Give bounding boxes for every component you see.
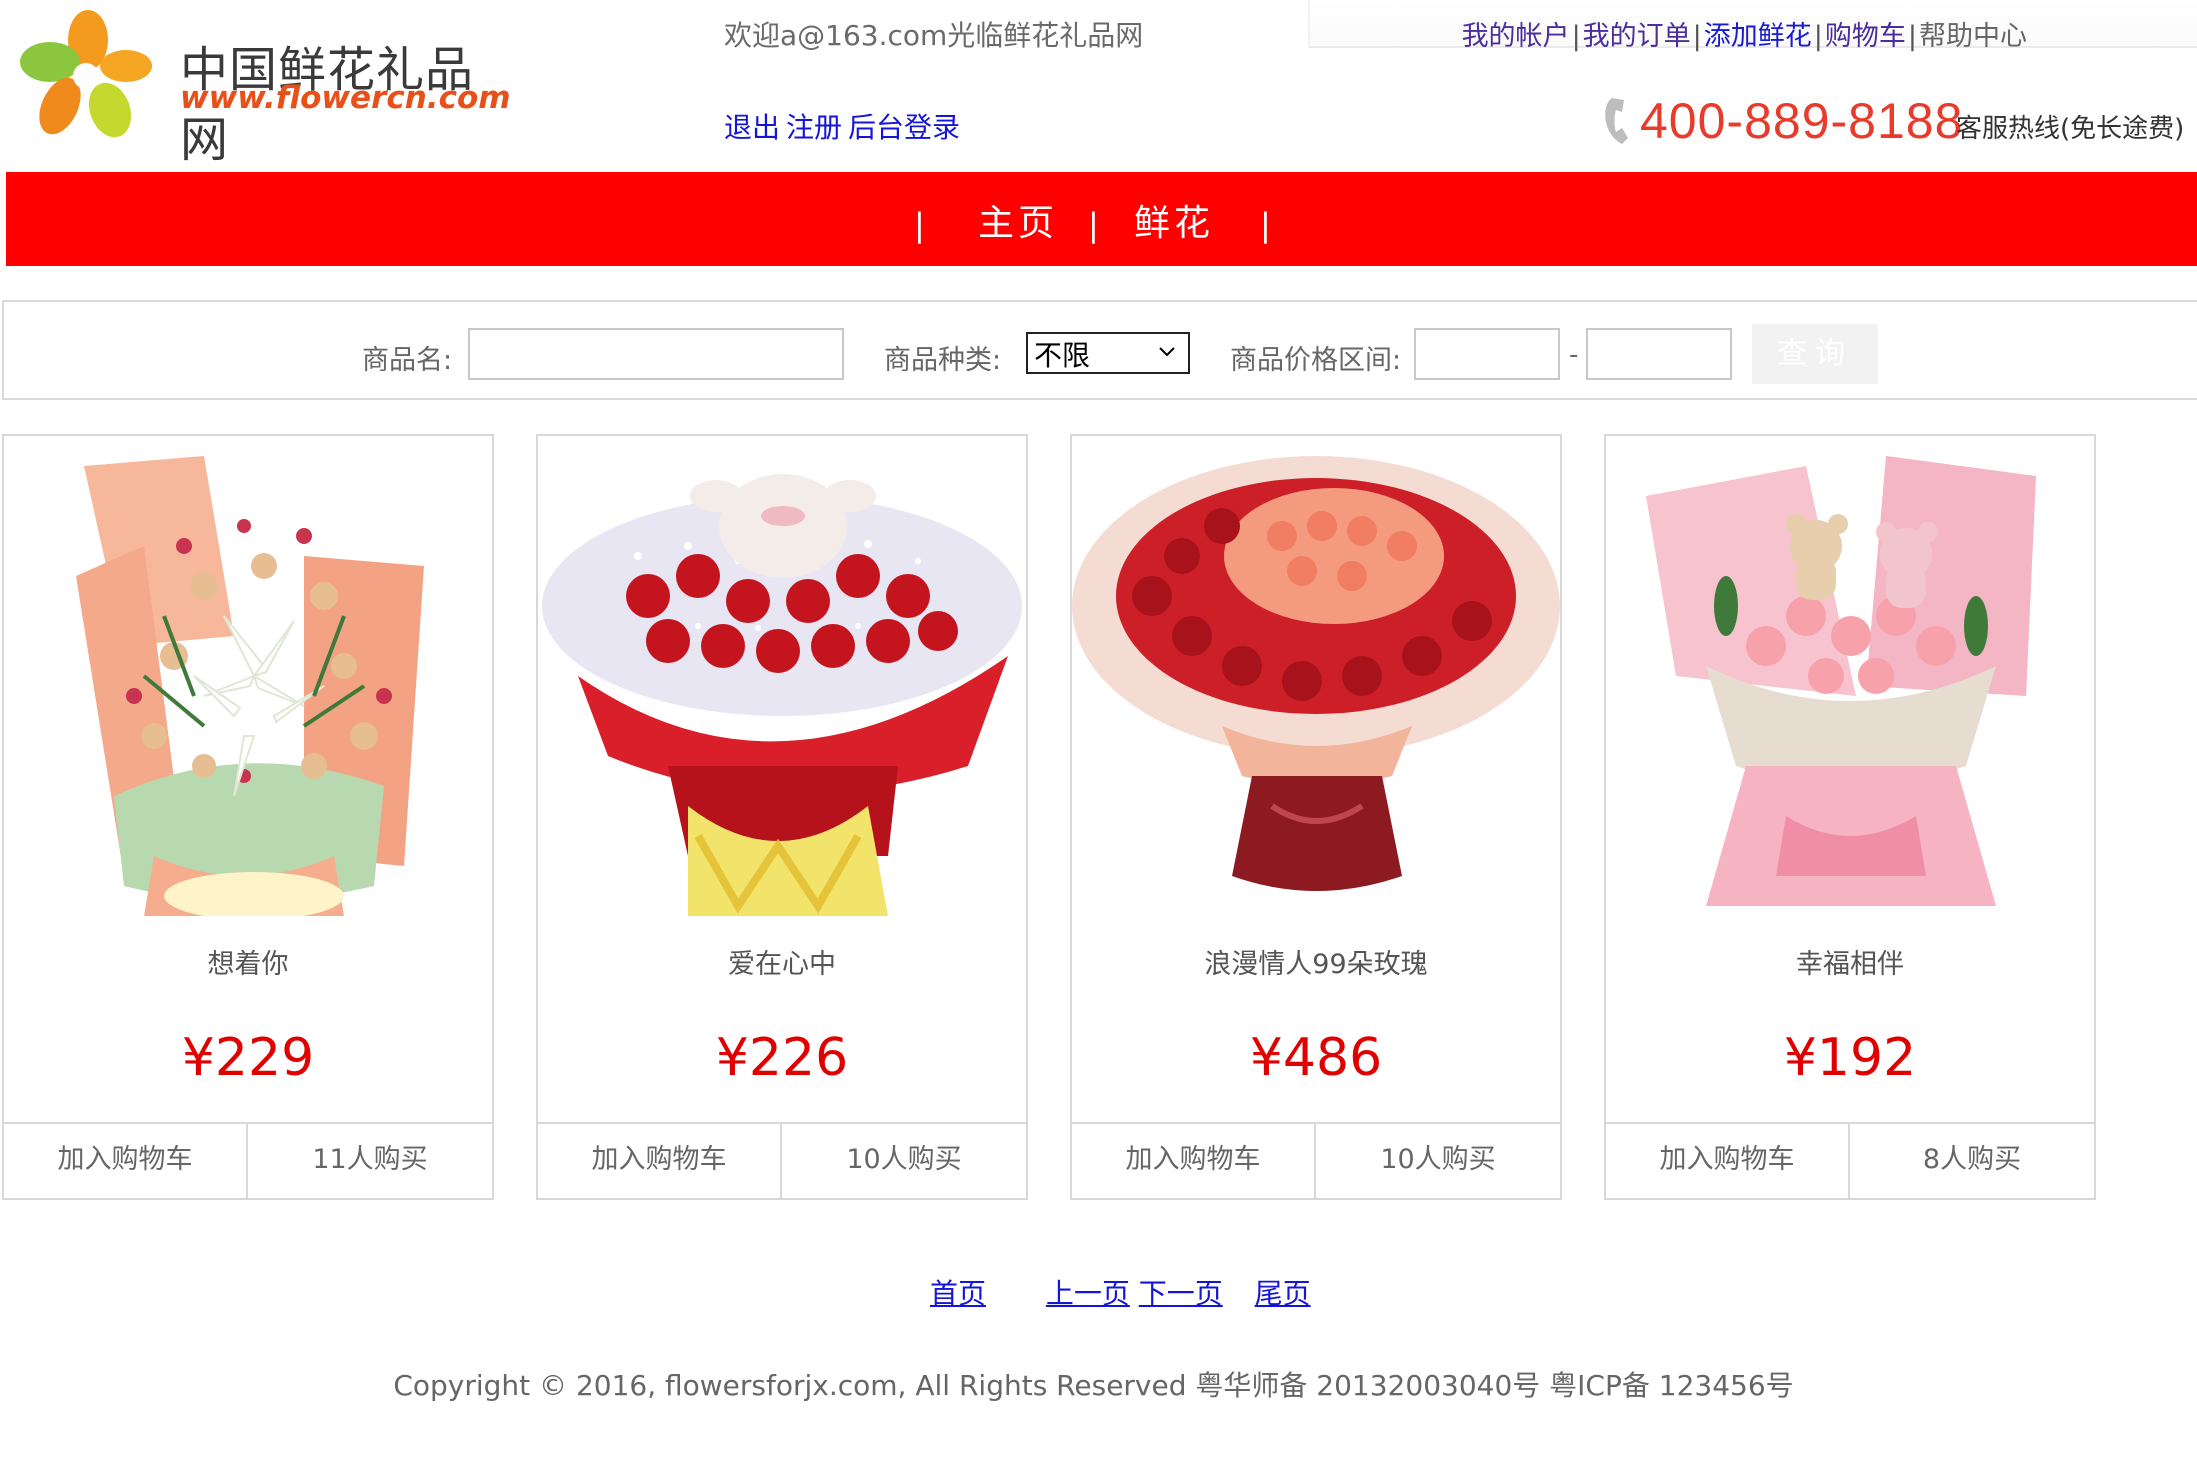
product-name[interactable]: 浪漫情人99朵玫瑰: [1072, 942, 1560, 981]
next-page-link[interactable]: 下一页: [1139, 1277, 1223, 1310]
product-card[interactable]: 幸福相伴 ¥192 加入购物车 8人购买: [1604, 434, 2096, 1200]
product-image[interactable]: [1072, 436, 1560, 916]
welcome-message: 欢迎a@163.com光临鲜花礼品网: [724, 19, 1144, 52]
product-card[interactable]: 爱在心中 ¥226 加入购物车 10人购买: [536, 434, 1028, 1200]
price-max-input[interactable]: [1586, 328, 1732, 380]
auth-links: 退出 注册 后台登录: [724, 106, 966, 146]
separator: |: [1907, 21, 1917, 52]
admin-login-link[interactable]: 后台登录: [848, 111, 960, 144]
product-price: ¥229: [181, 1028, 315, 1088]
product-card[interactable]: 想着你 ¥229 加入购物车 11人购买: [2, 434, 494, 1200]
add-to-cart-button[interactable]: 加入购物车: [1072, 1124, 1316, 1200]
logout-link[interactable]: 退出: [724, 111, 780, 144]
my-account-link[interactable]: 我的帐户: [1462, 21, 1570, 52]
logo-url: www.flowercn.com: [180, 80, 511, 116]
product-price: ¥486: [1249, 1028, 1383, 1088]
nav-separator: |: [1088, 206, 1099, 244]
my-orders-link[interactable]: 我的订单: [1583, 21, 1691, 52]
top-links: 我的帐户|我的订单|添加鲜花|购物车|帮助中心: [1462, 14, 2027, 53]
product-image[interactable]: [1606, 436, 2094, 916]
product-name[interactable]: 幸福相伴: [1606, 942, 2094, 981]
product-name[interactable]: 想着你: [4, 942, 492, 981]
category-select[interactable]: 不限: [1026, 332, 1190, 374]
cart-link[interactable]: 购物车: [1825, 21, 1906, 52]
nav-separator: |: [1260, 206, 1271, 244]
product-name-input[interactable]: [468, 328, 844, 380]
buyer-count: 11人购买: [312, 1144, 428, 1175]
price-range-dash: -: [1569, 340, 1579, 370]
nav-flowers[interactable]: 鲜花: [1134, 194, 1214, 246]
hotline: 400-889-8188 客服热线(免长途费): [1602, 92, 2197, 152]
buyer-count: 10人购买: [846, 1144, 962, 1175]
site-logo[interactable]: 中国鲜花礼品网 www.flowercn.com: [14, 2, 511, 168]
product-card[interactable]: 浪漫情人99朵玫瑰 ¥486 加入购物车 10人购买: [1070, 434, 1562, 1200]
product-price: ¥192: [1783, 1028, 1917, 1088]
first-page-link[interactable]: 首页: [930, 1277, 986, 1310]
hotline-label: 客服热线(免长途费): [1956, 114, 2185, 144]
product-actions: 加入购物车 8人购买: [1606, 1122, 2094, 1200]
price-range-label: 商品价格区间:: [1230, 345, 1402, 376]
pagination: 首页 上一页 下一页 尾页: [930, 1272, 1311, 1312]
add-flower-link[interactable]: 添加鲜花: [1704, 21, 1812, 52]
last-page-link[interactable]: 尾页: [1255, 1277, 1311, 1310]
buyer-count: 8人购买: [1922, 1144, 2022, 1175]
product-name[interactable]: 爱在心中: [538, 942, 1026, 981]
hotline-number: 400-889-8188: [1640, 93, 1964, 149]
add-to-cart-button[interactable]: 加入购物车: [4, 1124, 248, 1200]
add-to-cart-button[interactable]: 加入购物车: [1606, 1124, 1850, 1200]
prev-page-link[interactable]: 上一页: [1046, 1277, 1130, 1310]
top-link-bar: 我的帐户|我的订单|添加鲜花|购物车|帮助中心: [1308, 0, 2197, 52]
product-image[interactable]: [538, 436, 1026, 916]
category-selected-value: 不限: [1034, 339, 1091, 372]
separator: |: [1813, 21, 1823, 52]
footer-copyright: Copyright © 2016, flowersforjx.com, All …: [393, 1369, 1794, 1402]
product-image[interactable]: [4, 436, 492, 916]
search-panel: 商品名: 商品种类: 不限 商品价格区间: - 查询: [2, 300, 2197, 400]
main-nav: | 主页 | 鲜花 |: [6, 172, 2197, 266]
nav-home[interactable]: 主页: [978, 194, 1058, 246]
help-center-link[interactable]: 帮助中心: [1919, 21, 2027, 52]
search-button[interactable]: 查询: [1752, 324, 1878, 384]
price-min-input[interactable]: [1414, 328, 1560, 380]
product-actions: 加入购物车 10人购买: [1072, 1122, 1560, 1200]
nav-separator: |: [914, 206, 925, 244]
product-name-label: 商品名:: [362, 345, 453, 376]
product-actions: 加入购物车 11人购买: [4, 1122, 492, 1200]
phone-icon: [1605, 98, 1628, 144]
add-to-cart-button[interactable]: 加入购物车: [538, 1124, 782, 1200]
buyer-count: 10人购买: [1380, 1144, 1496, 1175]
separator: |: [1571, 21, 1581, 52]
product-actions: 加入购物车 10人购买: [538, 1122, 1026, 1200]
chevron-down-icon: [1159, 347, 1175, 357]
register-link[interactable]: 注册: [786, 111, 842, 144]
product-price: ¥226: [715, 1028, 849, 1088]
category-label: 商品种类:: [884, 345, 1002, 376]
flower-logo-icon: [20, 10, 152, 138]
separator: |: [1692, 21, 1702, 52]
